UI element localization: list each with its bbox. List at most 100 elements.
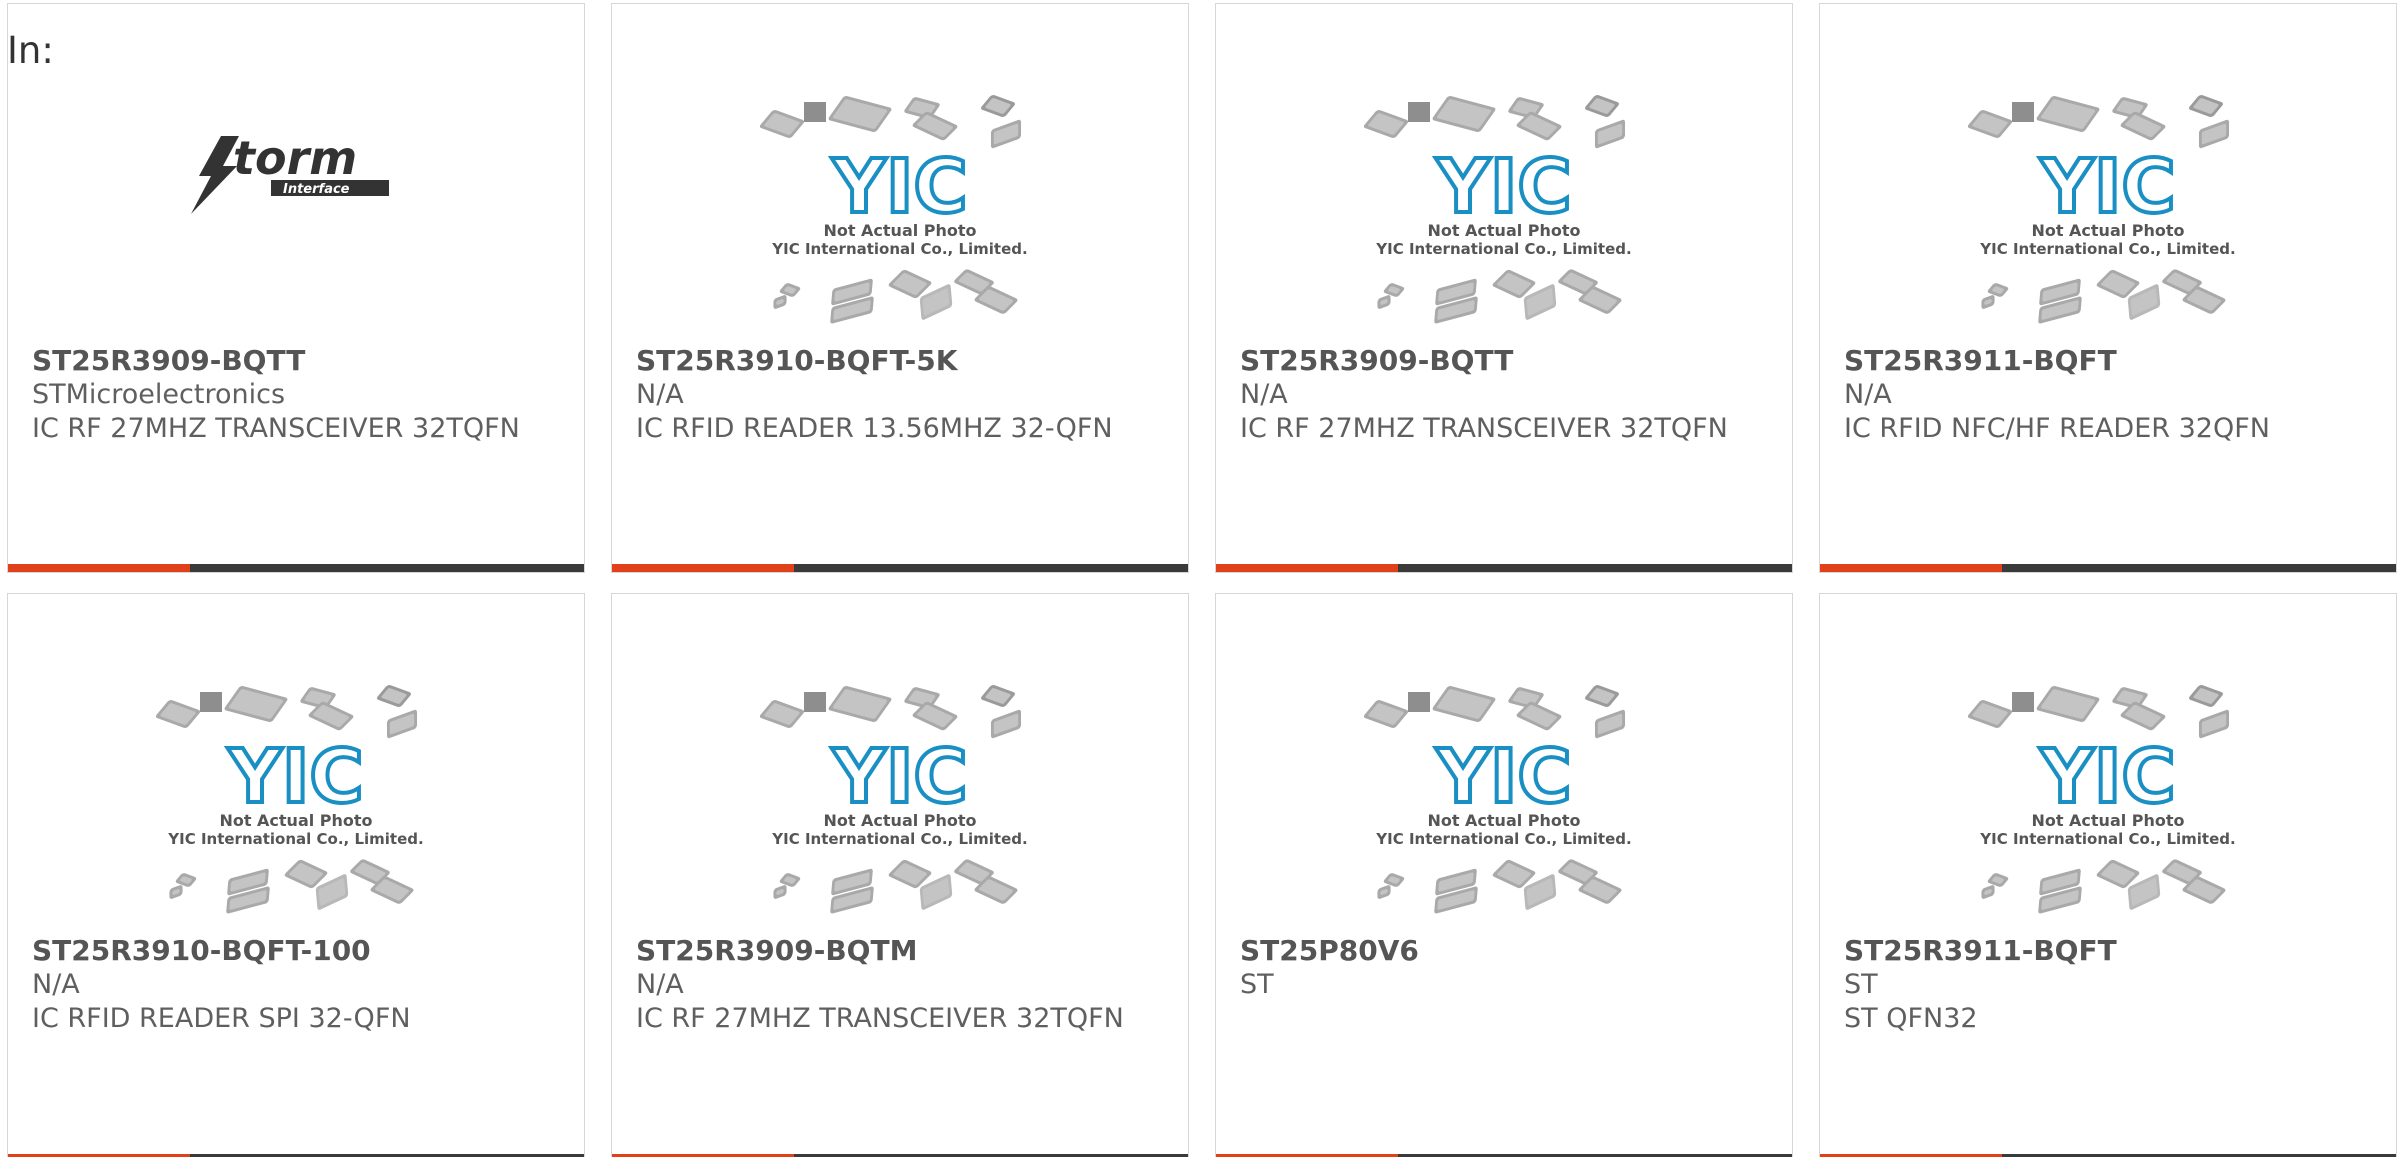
chip-icon bbox=[1981, 295, 1995, 309]
chip-icon bbox=[377, 685, 411, 707]
chip-icon bbox=[981, 685, 1015, 707]
chip-icon bbox=[2189, 685, 2223, 707]
description: IC RFID NFC/HF READER 32QFN bbox=[1844, 413, 2270, 444]
chip-icon bbox=[1432, 95, 1496, 133]
chip-icon bbox=[760, 110, 805, 138]
chip-icon bbox=[1585, 95, 1619, 117]
chip-icon bbox=[169, 885, 183, 899]
chip-icon bbox=[1377, 885, 1391, 899]
chip-icon bbox=[990, 119, 1022, 149]
yic-logo: YIC bbox=[831, 734, 967, 820]
manufacturer: N/A bbox=[636, 379, 684, 410]
chip-icon bbox=[1968, 110, 2013, 138]
chip-icon bbox=[1987, 283, 2009, 297]
yic-logo: YIC bbox=[1435, 734, 1571, 820]
chip-icon bbox=[981, 95, 1015, 117]
product-image: YIC Not Actual Photo YIC International Co.… bbox=[1216, 674, 1792, 934]
description: IC RF 27MHZ TRANSCEIVER 32TQFN bbox=[1240, 413, 1728, 444]
card-bottom-bar bbox=[1216, 564, 1792, 572]
card-accent bbox=[8, 564, 190, 572]
part-number[interactable]: ST25R3909-BQTT bbox=[32, 344, 560, 378]
product-card[interactable]: YIC Not Actual Photo YIC International Co.… bbox=[1819, 593, 2397, 1157]
chip-icon bbox=[888, 269, 932, 299]
company-caption: YIC International Co., Limited. bbox=[167, 830, 423, 848]
yic-placeholder-image: YICNot Actual PhotoYIC International Co.… bbox=[1364, 685, 1632, 914]
product-card[interactable]: YIC Not Actual Photo YIC International Co.… bbox=[611, 3, 1189, 573]
manufacturer: ST bbox=[1240, 969, 1274, 1000]
yic-logo: YIC bbox=[831, 144, 967, 230]
product-card[interactable]: torm Interface ST25R3909-BQTT STMicroele… bbox=[7, 3, 585, 573]
card-bottom-bar bbox=[612, 564, 1188, 572]
manufacturer: ST bbox=[1844, 969, 1878, 1000]
not-actual-photo-caption: Not Actual Photo bbox=[1427, 811, 1580, 830]
product-info: ST25R3910-BQFT-100 N/A IC RFID READER SP… bbox=[32, 934, 560, 1036]
chip-icon bbox=[2198, 119, 2230, 149]
product-card[interactable]: YIC Not Actual Photo YIC International Co.… bbox=[611, 593, 1189, 1157]
chip-icon bbox=[1594, 119, 1626, 149]
company-caption: YIC International Co., Limited. bbox=[1375, 240, 1631, 258]
product-image: YIC Not Actual Photo YIC International Co.… bbox=[612, 84, 1188, 344]
product-card[interactable]: YIC Not Actual Photo YIC International Co.… bbox=[7, 593, 585, 1157]
yic-logo: YIC bbox=[2039, 144, 2175, 230]
product-info: ST25P80V6 ST bbox=[1240, 934, 1768, 1002]
company-caption: YIC International Co., Limited. bbox=[1375, 830, 1631, 848]
description: IC RF 27MHZ TRANSCEIVER 32TQFN bbox=[636, 1003, 1124, 1034]
company-caption: YIC International Co., Limited. bbox=[1979, 830, 2235, 848]
card-accent bbox=[612, 564, 794, 572]
svg-text:Interface: Interface bbox=[283, 182, 350, 197]
chip-icon bbox=[1383, 283, 1405, 297]
part-number[interactable]: ST25R3909-BQTM bbox=[636, 934, 1164, 968]
part-number[interactable]: ST25R3911-BQFT bbox=[1844, 344, 2372, 378]
part-number[interactable]: ST25R3910-BQFT-5K bbox=[636, 344, 1164, 378]
product-image: YIC Not Actual Photo YIC International Co.… bbox=[612, 674, 1188, 934]
product-image: YIC Not Actual Photo YIC International Co.… bbox=[1820, 84, 2396, 344]
chip-icon bbox=[2036, 95, 2100, 133]
manufacturer: STMicroelectronics bbox=[32, 379, 286, 410]
not-actual-photo-caption: Not Actual Photo bbox=[219, 811, 372, 830]
card-accent bbox=[1820, 564, 2002, 572]
product-info: ST25R3910-BQFT-5K N/A IC RFID READER 13.… bbox=[636, 344, 1164, 446]
chip-icon bbox=[779, 873, 801, 887]
yic-placeholder-image: YICNot Actual PhotoYIC International Co.… bbox=[1364, 95, 1632, 324]
chip-icon bbox=[2096, 859, 2140, 889]
chip-icon bbox=[804, 692, 826, 712]
manufacturer: N/A bbox=[32, 969, 80, 1000]
chip-icon bbox=[1968, 700, 2013, 728]
chip-icon bbox=[156, 700, 201, 728]
chip-icon bbox=[804, 102, 826, 122]
card-bottom-bar bbox=[8, 564, 584, 572]
chip-icon bbox=[386, 709, 418, 739]
chip-icon bbox=[2198, 709, 2230, 739]
chip-icon bbox=[990, 709, 1022, 739]
description: IC RFID READER SPI 32-QFN bbox=[32, 1003, 411, 1034]
product-image: torm Interface bbox=[8, 84, 584, 344]
yic-placeholder-image: YICNot Actual PhotoYIC International Co.… bbox=[156, 685, 424, 914]
part-number[interactable]: ST25R3910-BQFT-100 bbox=[32, 934, 560, 968]
part-number[interactable]: ST25R3909-BQTT bbox=[1240, 344, 1768, 378]
not-actual-photo-caption: Not Actual Photo bbox=[2031, 221, 2184, 240]
not-actual-photo-caption: Not Actual Photo bbox=[823, 221, 976, 240]
chip-icon bbox=[200, 692, 222, 712]
product-card[interactable]: YIC Not Actual Photo YIC International Co.… bbox=[1215, 593, 1793, 1157]
chip-icon bbox=[1492, 269, 1536, 299]
chip-icon bbox=[1364, 110, 1409, 138]
chip-icon bbox=[1585, 685, 1619, 707]
not-actual-photo-caption: Not Actual Photo bbox=[2031, 811, 2184, 830]
chip-icon bbox=[1377, 295, 1391, 309]
chip-icon bbox=[760, 700, 805, 728]
chip-icon bbox=[828, 95, 892, 133]
company-caption: YIC International Co., Limited. bbox=[771, 830, 1027, 848]
product-info: ST25R3909-BQTT STMicroelectronics IC RF … bbox=[32, 344, 560, 446]
yic-logo: YIC bbox=[2039, 734, 2175, 820]
product-card[interactable]: YIC Not Actual Photo YIC International Co.… bbox=[1819, 3, 2397, 573]
chip-icon bbox=[2036, 685, 2100, 723]
manufacturer: N/A bbox=[1844, 379, 1892, 410]
part-number[interactable]: ST25R3911-BQFT bbox=[1844, 934, 2372, 968]
chip-icon bbox=[224, 685, 288, 723]
chip-icon bbox=[2096, 269, 2140, 299]
part-number[interactable]: ST25P80V6 bbox=[1240, 934, 1768, 968]
not-actual-photo-caption: Not Actual Photo bbox=[1427, 221, 1580, 240]
chip-icon bbox=[1981, 885, 1995, 899]
product-info: ST25R3909-BQTM N/A IC RF 27MHZ TRANSCEIV… bbox=[636, 934, 1164, 1036]
product-card[interactable]: YIC Not Actual Photo YIC International Co.… bbox=[1215, 3, 1793, 573]
